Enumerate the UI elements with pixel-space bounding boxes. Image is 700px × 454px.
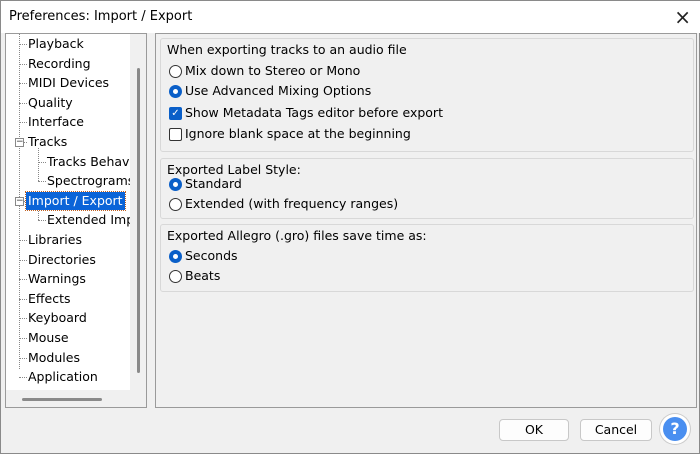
- tree-connector: [19, 357, 27, 359]
- preferences-tree[interactable]: Playback Recording MIDI Devices Quality Inte…: [5, 33, 147, 408]
- tree-item[interactable]: Recording: [28, 55, 91, 73]
- radio-icon: [169, 64, 182, 78]
- radio-icon: [169, 269, 182, 283]
- tree-item[interactable]: Playback: [28, 35, 84, 53]
- tree-item[interactable]: Effects: [28, 290, 71, 308]
- tree-item[interactable]: Import / Export: [25, 190, 126, 211]
- tree-connector: [19, 338, 27, 339]
- tree-item[interactable]: Libraries: [28, 231, 82, 249]
- group-title: Exported Allegro (.gro) files save time …: [167, 228, 431, 243]
- standard-radio[interactable]: Standard: [169, 175, 242, 193]
- radio-selected-icon: [169, 84, 182, 98]
- ok-button[interactable]: OK: [499, 419, 569, 441]
- title-bar: Preferences: Import / Export ×: [1, 1, 700, 33]
- close-icon[interactable]: ×: [674, 5, 691, 29]
- tree-line: [38, 148, 39, 182]
- tree-connector: [19, 83, 27, 85]
- tree-item[interactable]: Directories: [28, 251, 96, 269]
- allegro-group: Exported Allegro (.gro) files save time …: [160, 224, 694, 292]
- checkbox-icon: [169, 127, 182, 141]
- option-label: Standard: [185, 176, 242, 191]
- collapse-icon[interactable]: −: [15, 196, 24, 206]
- tree-item[interactable]: Interface: [28, 113, 84, 131]
- option-label: Beats: [185, 268, 221, 283]
- beats-radio[interactable]: Beats: [169, 267, 220, 285]
- extended-radio[interactable]: Extended (with frequency ranges): [169, 195, 398, 213]
- tree-item[interactable]: Mouse: [28, 329, 69, 347]
- metadata-checkbox[interactable]: ✓ Show Metadata Tags editor before export: [169, 104, 443, 122]
- radio-selected-icon: [169, 249, 182, 263]
- radio-selected-icon: [169, 177, 182, 191]
- import-export-panel: When exporting tracks to an audio file M…: [155, 33, 697, 408]
- tree-list: Playback Recording MIDI Devices Quality Inte…: [6, 34, 130, 390]
- tree-connector: [19, 298, 27, 300]
- tree-connector: [19, 240, 27, 241]
- tree-connector: [38, 181, 46, 183]
- advanced-mixing-radio[interactable]: Use Advanced Mixing Options: [169, 82, 371, 100]
- tree-item[interactable]: Spectrograms: [47, 172, 130, 190]
- vertical-scrollbar[interactable]: [137, 68, 140, 373]
- radio-icon: [169, 197, 182, 211]
- tree-item[interactable]: Warnings: [28, 270, 86, 288]
- cancel-button[interactable]: Cancel: [580, 419, 652, 441]
- tree-item[interactable]: Application: [28, 368, 98, 386]
- option-label: Ignore blank space at the beginning: [185, 126, 411, 141]
- tree-item[interactable]: Extended Impc: [47, 211, 130, 229]
- tree-connector: [19, 377, 27, 379]
- option-label: Show Metadata Tags editor before export: [185, 105, 443, 120]
- ignore-blank-checkbox[interactable]: Ignore blank space at the beginning: [169, 125, 411, 143]
- option-label: Use Advanced Mixing Options: [185, 83, 372, 98]
- help-icon[interactable]: ?: [663, 417, 687, 441]
- tree-item[interactable]: Quality: [28, 94, 73, 112]
- tree-connector: [19, 122, 27, 124]
- tree-connector: [38, 161, 46, 163]
- collapse-icon[interactable]: −: [15, 138, 24, 147]
- tree-item[interactable]: Tracks: [28, 133, 67, 151]
- checkmark-icon: ✓: [169, 106, 182, 120]
- group-title: When exporting tracks to an audio file: [167, 42, 411, 57]
- label-style-group: Exported Label Style: Standard Extended …: [160, 158, 694, 219]
- tree-connector: [19, 102, 27, 104]
- tree-connector: [38, 220, 46, 222]
- horizontal-scrollbar[interactable]: [22, 398, 102, 401]
- option-label: Mix down to Stereo or Mono: [185, 63, 361, 78]
- option-label: Seconds: [185, 248, 238, 263]
- mix-down-radio[interactable]: Mix down to Stereo or Mono: [169, 62, 360, 80]
- tree-connector: [19, 44, 27, 45]
- window-title: Preferences: Import / Export: [9, 9, 193, 24]
- seconds-radio[interactable]: Seconds: [169, 247, 238, 265]
- tree-item[interactable]: MIDI Devices: [28, 74, 109, 92]
- tree-item[interactable]: Keyboard: [28, 309, 87, 327]
- tree-item[interactable]: Modules: [28, 349, 80, 367]
- export-tracks-group: When exporting tracks to an audio file M…: [160, 38, 694, 152]
- option-label: Extended (with frequency ranges): [185, 196, 399, 211]
- tree-connector: [19, 63, 27, 65]
- tree-connector: [19, 318, 27, 320]
- tree-item[interactable]: Tracks Behavic: [47, 153, 130, 171]
- tree-connector: [19, 279, 27, 281]
- tree-connector: [19, 259, 27, 261]
